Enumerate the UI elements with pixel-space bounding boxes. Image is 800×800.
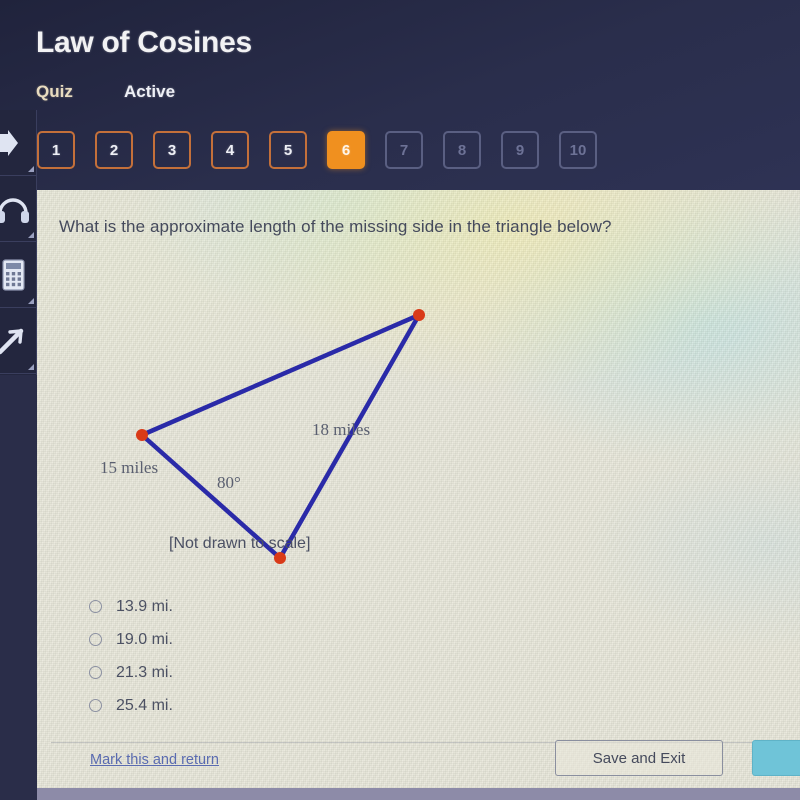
quiz-screen: Law of Cosines Quiz Active 1 2 3 4 5 6 7… bbox=[0, 0, 800, 800]
radio-button-icon[interactable] bbox=[89, 600, 102, 613]
next-button[interactable] bbox=[752, 740, 800, 776]
rail-item-audio[interactable] bbox=[0, 176, 37, 242]
answer-choice-1[interactable]: 13.9 mi. bbox=[89, 590, 173, 623]
radio-button-icon[interactable] bbox=[89, 666, 102, 679]
vertex-top bbox=[413, 309, 425, 321]
question-content-area: What is the approximate length of the mi… bbox=[37, 190, 800, 800]
vertex-bottom bbox=[274, 552, 286, 564]
rail-corner-marker bbox=[28, 232, 34, 238]
quiz-type-label: Quiz bbox=[36, 82, 73, 101]
answer-choice-4[interactable]: 25.4 mi. bbox=[89, 689, 173, 722]
rail-item-next[interactable] bbox=[0, 110, 37, 176]
line-tool-icon bbox=[0, 328, 24, 354]
not-to-scale-note: [Not drawn to scale] bbox=[169, 535, 311, 552]
rail-item-calculator[interactable] bbox=[0, 242, 37, 308]
left-background-strip bbox=[0, 375, 37, 800]
save-and-exit-button[interactable]: Save and Exit bbox=[555, 740, 723, 776]
question-tab-9: 9 bbox=[501, 131, 539, 169]
answer-choice-3[interactable]: 21.3 mi. bbox=[89, 656, 173, 689]
answer-choice-2[interactable]: 19.0 mi. bbox=[89, 623, 173, 656]
question-tab-2[interactable]: 2 bbox=[95, 131, 133, 169]
quiz-status-label: Active bbox=[124, 82, 176, 101]
question-tab-10: 10 bbox=[559, 131, 597, 169]
answer-choice-label: 25.4 mi. bbox=[116, 696, 173, 714]
question-tab-3[interactable]: 3 bbox=[153, 131, 191, 169]
side-label-18-miles: 18 miles bbox=[312, 420, 371, 439]
question-tab-4[interactable]: 4 bbox=[211, 131, 249, 169]
question-tab-6[interactable]: 6 bbox=[327, 131, 365, 169]
question-tab-8: 8 bbox=[443, 131, 481, 169]
vertex-left bbox=[136, 429, 148, 441]
triangle-diagram bbox=[136, 309, 425, 564]
rail-item-line-tool[interactable] bbox=[0, 308, 37, 374]
rail-corner-marker bbox=[28, 364, 34, 370]
quiz-header: Law of Cosines Quiz Active 1 2 3 4 5 6 7… bbox=[0, 0, 800, 190]
rail-corner-marker bbox=[28, 166, 34, 172]
answer-choice-list: 13.9 mi. 19.0 mi. 21.3 mi. 25.4 mi. bbox=[89, 590, 173, 722]
question-tab-7: 7 bbox=[385, 131, 423, 169]
next-arrow-icon bbox=[0, 129, 18, 156]
question-tab-5[interactable]: 5 bbox=[269, 131, 307, 169]
answer-choice-label: 19.0 mi. bbox=[116, 630, 173, 648]
radio-button-icon[interactable] bbox=[89, 633, 102, 646]
question-tab-1[interactable]: 1 bbox=[37, 131, 75, 169]
question-prompt: What is the approximate length of the mi… bbox=[59, 217, 612, 236]
mark-this-and-return-link[interactable]: Mark this and return bbox=[90, 752, 219, 768]
page-title: Law of Cosines bbox=[36, 26, 252, 59]
calculator-icon bbox=[2, 258, 25, 291]
answer-choice-label: 13.9 mi. bbox=[116, 597, 173, 615]
rail-corner-marker bbox=[28, 298, 34, 304]
answer-choice-label: 21.3 mi. bbox=[116, 663, 173, 681]
side-label-15-miles: 15 miles bbox=[100, 458, 159, 477]
headphones-icon bbox=[0, 197, 29, 223]
radio-button-icon[interactable] bbox=[89, 699, 102, 712]
question-tab-list: 1 2 3 4 5 6 7 8 9 10 bbox=[37, 131, 597, 169]
triangle-outline bbox=[139, 312, 422, 561]
tool-rail bbox=[0, 110, 37, 375]
angle-label-80-degrees: 80° bbox=[217, 473, 241, 492]
bottom-screen-edge bbox=[37, 788, 800, 800]
